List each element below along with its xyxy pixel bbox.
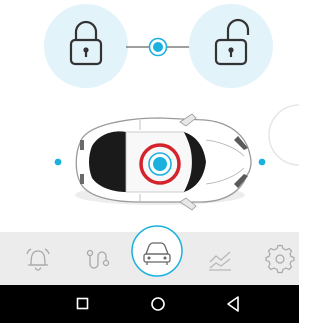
home-circle-icon <box>151 297 165 311</box>
lock-button[interactable] <box>44 4 128 88</box>
chart-icon <box>209 251 231 271</box>
unlock-button[interactable] <box>189 4 273 88</box>
tab-alarm[interactable] <box>21 242 55 276</box>
tab-route[interactable] <box>80 242 114 276</box>
home-button[interactable] <box>138 285 178 323</box>
lock-control-row <box>0 0 299 100</box>
right-indicator-dot-icon[interactable] <box>258 158 266 166</box>
recent-apps-button[interactable] <box>63 285 103 323</box>
left-indicator-dot-icon[interactable] <box>54 158 62 166</box>
tab-car[interactable] <box>130 224 184 278</box>
lock-slider[interactable] <box>126 37 200 57</box>
alarm-bell-icon <box>26 248 50 271</box>
car-icon <box>131 225 183 277</box>
system-nav-bar <box>0 285 299 323</box>
car-stage <box>0 100 300 232</box>
slider-handle-icon[interactable] <box>148 37 168 57</box>
gear-icon <box>265 244 295 274</box>
back-button[interactable] <box>213 285 253 323</box>
bottom-tab-bar <box>0 225 299 285</box>
route-icon <box>86 249 110 269</box>
recent-apps-square-icon <box>76 297 89 310</box>
back-triangle-icon <box>227 296 239 312</box>
tab-chart[interactable] <box>203 242 237 276</box>
side-panel-edge[interactable] <box>268 104 300 166</box>
tab-settings[interactable] <box>263 242 297 276</box>
